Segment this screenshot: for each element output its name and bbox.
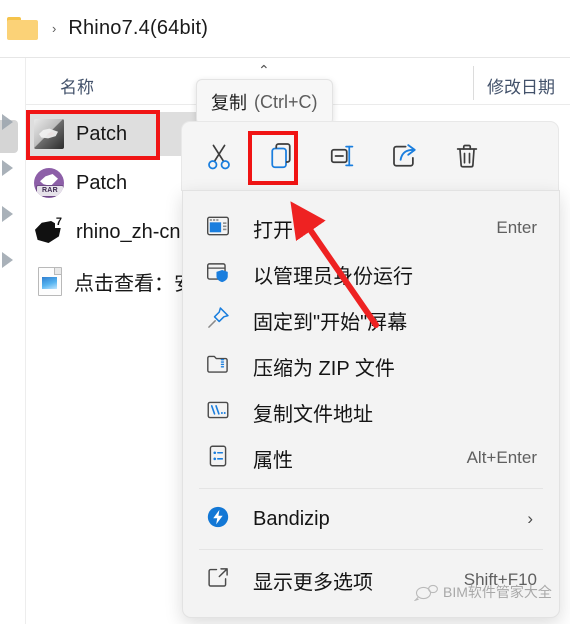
watermark-text: BIM软件管家大全 bbox=[443, 584, 552, 600]
menu-item-label: 显示更多选项 bbox=[253, 571, 373, 594]
watermark: BIM软件管家大全 bbox=[413, 582, 552, 602]
menu-item-copy-file-path[interactable]: 复制文件地址 bbox=[183, 389, 559, 435]
nav-expand-chevron-icon[interactable] bbox=[2, 160, 13, 176]
navigation-rail bbox=[0, 58, 22, 624]
menu-divider bbox=[199, 549, 543, 550]
properties-icon bbox=[205, 443, 235, 473]
delete-button[interactable] bbox=[436, 130, 498, 182]
menu-item-open[interactable]: 打开 Enter bbox=[183, 205, 559, 251]
annotation-highlight-selected-file bbox=[26, 110, 160, 160]
share-icon bbox=[393, 144, 416, 167]
menu-item-properties[interactable]: 属性 Alt+Enter bbox=[183, 435, 559, 481]
share-button[interactable] bbox=[374, 130, 436, 182]
breadcrumb-divider bbox=[0, 57, 570, 58]
folder-icon bbox=[6, 15, 40, 42]
file-name: Patch bbox=[76, 171, 128, 194]
file-name: rhino_zh-cn bbox=[76, 220, 181, 243]
nav-expand-chevron-icon[interactable] bbox=[2, 114, 13, 130]
watermark-logo-icon bbox=[413, 583, 440, 602]
menu-divider bbox=[199, 488, 543, 489]
copy-path-icon bbox=[205, 397, 235, 427]
image-file-icon bbox=[38, 266, 62, 296]
pin-icon bbox=[205, 305, 235, 335]
open-window-icon bbox=[205, 213, 235, 243]
menu-item-compress-to-zip[interactable]: 压缩为 ZIP 文件 bbox=[183, 343, 559, 389]
shield-admin-icon bbox=[205, 259, 235, 289]
breadcrumb-chevron-icon[interactable]: › bbox=[52, 22, 56, 35]
menu-item-label: 固定到"开始"屏幕 bbox=[253, 311, 408, 334]
rename-button[interactable] bbox=[312, 130, 374, 182]
tooltip-label: 复制 bbox=[211, 93, 247, 113]
nav-expand-chevron-icon[interactable] bbox=[2, 206, 13, 222]
menu-item-label: Bandizip bbox=[253, 507, 330, 530]
menu-item-label: 压缩为 ZIP 文件 bbox=[253, 357, 395, 380]
breadcrumb-path[interactable]: Rhino7.4(64bit) bbox=[68, 17, 208, 40]
cut-button[interactable] bbox=[188, 130, 250, 182]
nav-expand-chevron-icon[interactable] bbox=[2, 252, 13, 268]
show-more-options-icon bbox=[205, 565, 235, 595]
scissors-icon bbox=[208, 144, 230, 170]
tooltip-shortcut: (Ctrl+C) bbox=[254, 91, 318, 112]
menu-item-bandizip[interactable]: Bandizip › bbox=[183, 496, 559, 542]
column-header-name[interactable]: 名称 bbox=[60, 73, 94, 98]
menu-item-label: 复制文件地址 bbox=[253, 403, 373, 426]
column-header-date[interactable]: 修改日期 bbox=[487, 73, 555, 98]
submenu-chevron-icon[interactable]: › bbox=[527, 509, 533, 529]
annotation-highlight-copy-button bbox=[248, 131, 298, 185]
menu-item-label: 打开 bbox=[253, 219, 293, 242]
command-bar bbox=[182, 122, 558, 190]
bandizip-icon bbox=[205, 504, 235, 534]
zip-folder-icon bbox=[205, 351, 235, 381]
menu-item-accelerator: Alt+Enter bbox=[466, 448, 537, 467]
column-divider bbox=[473, 66, 474, 100]
menu-item-accelerator: Enter bbox=[496, 218, 537, 237]
file-name: 点击查看：安 bbox=[74, 272, 194, 295]
explorer-window: › Rhino7.4(64bit) 名称 修改日期 Patch RAR Patc… bbox=[0, 0, 570, 624]
menu-item-run-as-administrator[interactable]: 以管理员身份运行 bbox=[183, 251, 559, 297]
winrar-archive-icon: RAR bbox=[34, 168, 64, 198]
menu-item-pin-to-start[interactable]: 固定到"开始"屏幕 bbox=[183, 297, 559, 343]
7zip-archive-icon: 7 bbox=[34, 217, 64, 247]
trash-icon bbox=[456, 144, 478, 168]
copy-tooltip: 复制 (Ctrl+C) bbox=[196, 79, 333, 125]
rename-icon bbox=[330, 145, 354, 167]
context-menu: 打开 Enter 以管理员身份运行 固定到"开始"屏幕 压缩为 ZIP 文件 复… bbox=[182, 190, 560, 618]
menu-item-label: 以管理员身份运行 bbox=[253, 265, 413, 288]
tooltip-caret-icon: ⌃ bbox=[258, 62, 270, 78]
breadcrumb-bar: › Rhino7.4(64bit) bbox=[0, 0, 570, 57]
menu-item-label: 属性 bbox=[253, 449, 293, 472]
